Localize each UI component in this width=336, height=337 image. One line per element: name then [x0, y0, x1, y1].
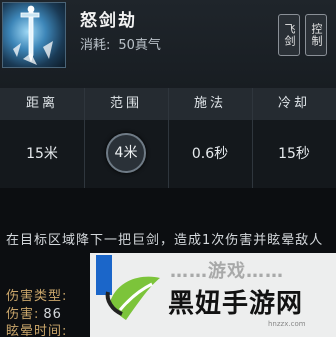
- stat-value: 4米: [114, 145, 138, 161]
- cost-label: 消耗:: [80, 38, 111, 53]
- cost-value: 50真气: [118, 38, 161, 53]
- watermark-title: 黑妞手游网: [168, 289, 304, 319]
- skill-detail-panel: 怒剑劫 消耗: 50真气 飞剑 控制 距离 15米 范围 4米 施法 0.6秒 冷…: [0, 0, 336, 337]
- stat-value: 15米: [26, 146, 58, 162]
- stat-value: 15秒: [278, 146, 310, 162]
- stat-cooldown: 冷却 15秒: [252, 88, 336, 188]
- divider: [84, 88, 85, 188]
- skill-header: 怒剑劫 消耗: 50真气 飞剑 控制: [0, 0, 336, 88]
- sword-skill-icon: [2, 2, 66, 68]
- skill-name: 怒剑劫: [80, 11, 137, 31]
- divider: [252, 88, 253, 188]
- tag-flying-sword: 飞剑: [278, 14, 300, 56]
- skill-stats: 距离 15米 范围 4米 施法 0.6秒 冷却 15秒: [0, 88, 336, 188]
- skill-cost: 消耗: 50真气: [80, 34, 169, 53]
- watermark-leaf-logo-icon: [105, 276, 160, 320]
- attr-damage-type: 伤害类型:: [6, 285, 71, 304]
- stat-cast-time: 施法 0.6秒: [168, 88, 252, 188]
- skill-description: 在目标区域降下一把巨剑，造成1次伤害并眩晕敌人: [6, 233, 324, 248]
- stat-label: 范围: [84, 88, 168, 120]
- divider: [168, 88, 169, 188]
- stat-label: 施法: [168, 88, 252, 120]
- stat-range: 范围 4米: [84, 88, 168, 188]
- stat-label: 冷却: [252, 88, 336, 120]
- stat-value: 0.6秒: [191, 146, 229, 162]
- watermark-url: hnzzx.com: [268, 320, 306, 328]
- tag-control: 控制: [305, 14, 327, 56]
- attr-label: 伤害类型:: [6, 289, 68, 304]
- stat-label: 距离: [0, 88, 84, 120]
- attr-label: 眩晕时间:: [6, 324, 68, 337]
- attr-stun-time: 眩晕时间:: [6, 320, 71, 337]
- stat-distance: 距离 15米: [0, 88, 84, 188]
- watermark-faded-text: ……游戏……: [170, 261, 284, 282]
